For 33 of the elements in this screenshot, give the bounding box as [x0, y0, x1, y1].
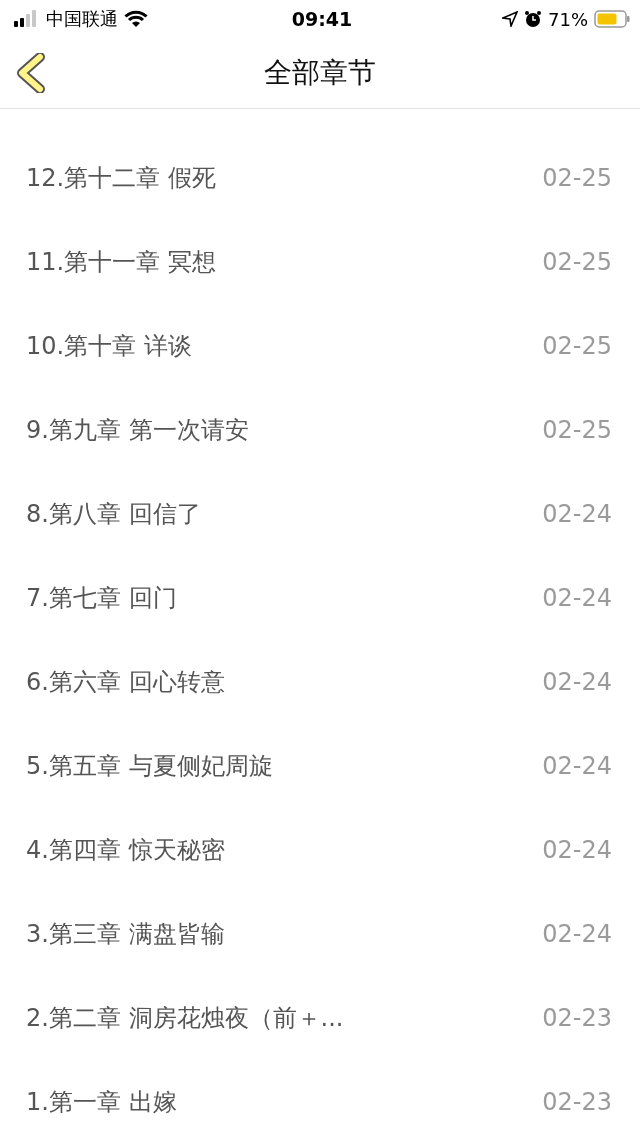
chapter-date: 02-24 [542, 500, 612, 528]
chapter-title[interactable]: 11.第十一章 冥想 [26, 246, 216, 278]
chapter-title[interactable]: 1.第一章 出嫁 [26, 1086, 177, 1118]
chapter-title[interactable]: 6.第六章 回心转意 [26, 666, 225, 698]
alarm-clock-icon [524, 10, 542, 28]
chapter-title[interactable]: 12.第十二章 假死 [26, 162, 216, 194]
carrier-name: 中国联通 [46, 7, 118, 31]
chapter-date: 02-25 [542, 164, 612, 192]
battery-icon [594, 10, 630, 28]
location-arrow-icon [502, 11, 518, 27]
chapter-date: 02-25 [542, 332, 612, 360]
page-title: 全部章节 [264, 55, 376, 91]
chapter-title[interactable]: 4.第四章 惊天秘密 [26, 834, 225, 866]
chapter-date: 02-23 [542, 1088, 612, 1116]
chapter-date: 02-25 [542, 248, 612, 276]
chapter-title[interactable]: 10.第十章 详谈 [26, 330, 192, 362]
chapter-date: 02-24 [542, 920, 612, 948]
chapter-title[interactable]: 8.第八章 回信了 [26, 498, 201, 530]
wifi-icon [124, 10, 148, 28]
chapter-title[interactable]: 2.第二章 洞房花烛夜（前＋... [26, 1002, 344, 1034]
chapter-date: 02-24 [542, 668, 612, 696]
chapter-date: 02-24 [542, 836, 612, 864]
back-button[interactable] [14, 53, 48, 93]
battery-percent: 71% [548, 8, 588, 30]
chapter-title[interactable]: 7.第七章 回门 [26, 582, 177, 614]
chapter-title[interactable]: 9.第九章 第一次请安 [26, 414, 249, 446]
chapter-title[interactable]: 5.第五章 与夏侧妃周旋 [26, 750, 273, 782]
chapter-date: 02-24 [542, 584, 612, 612]
chapter-date: 02-24 [542, 752, 612, 780]
chapter-date: 02-25 [542, 416, 612, 444]
chapter-title[interactable]: 3.第三章 满盘皆输 [26, 918, 225, 950]
chapter-date: 02-23 [542, 1004, 612, 1032]
status-time: 09:41 [291, 8, 353, 30]
